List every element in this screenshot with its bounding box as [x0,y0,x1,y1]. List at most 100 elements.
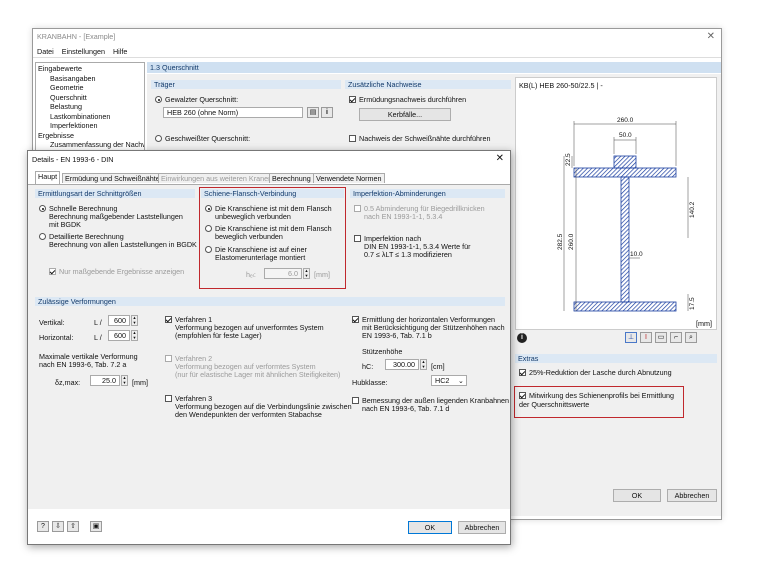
max-verformung-norm: nach EN 1993-6, Tab. 7.2 a [39,360,127,369]
extras-group-title: Extras [515,354,717,363]
checkbox-ermuedung[interactable] [349,96,356,103]
frame-icon[interactable]: ▭ [655,332,667,343]
radio-schnell[interactable] [39,205,46,212]
hubklasse-select[interactable]: HC2 ⌄ [431,375,467,386]
menu-datei[interactable]: Datei [37,47,54,56]
checkbox-horizontal-ermittlung[interactable] [352,316,359,323]
dim-label: 282.5 [557,233,564,250]
checkbox-abminderung[interactable] [354,205,361,212]
section-view-icon[interactable]: ⊥ [625,332,637,343]
l-symbol: L / [94,318,102,327]
info-icon[interactable]: i [517,333,527,343]
hc-input[interactable]: 300.00 [385,359,419,370]
tree-item[interactable]: Geometrie [38,83,142,93]
info-icon[interactable]: i [321,107,333,118]
tree-item[interactable]: Eingabewerte [38,64,142,74]
tree-item[interactable]: Lastkombinationen [38,112,142,122]
radio-elastomer[interactable] [205,246,212,253]
axis-icon[interactable]: ⌐ [670,332,682,343]
main-cancel-button[interactable]: Abbrechen [667,489,717,502]
tree-item[interactable]: Zusammenfassung der Nachwe [38,140,144,150]
section-title: 1.3 Querschnitt [147,62,721,73]
menu-bar: Datei Einstellungen Hilfe [33,45,721,58]
hubklasse-label: Hubklasse: [352,378,388,387]
h-el-stepper[interactable]: ▲ ▼ [303,268,310,279]
save-icon[interactable]: ⇧ [67,521,79,532]
hc-stepper[interactable]: ▲ ▼ [420,359,427,370]
menu-hilfe[interactable]: Hilfe [113,47,127,56]
h-el-label: hₑₗ: [246,270,256,279]
dimension-icon[interactable]: I [640,332,652,343]
checkbox-massgebend[interactable] [49,268,56,275]
dim-label: 260.0 [617,117,634,124]
help-icon[interactable]: ? [37,521,49,532]
navigator-tree: Eingabewerte Basisangaben Geometrie Quer… [35,62,145,152]
checkbox-reduktion-label: 25%-Reduktion der Lasche durch Abnutzung [529,368,672,377]
tree-item[interactable]: Ergebnisse [38,131,142,141]
window-title: KRANBAHN - [Example] [37,32,116,41]
profile-field[interactable]: HEB 260 (ohne Norm) [163,107,303,118]
zoom-icon[interactable]: ⌕ [685,332,697,343]
dz-input[interactable]: 25.0 [90,375,120,386]
radio-geschweisst-label: Geschweißter Querschnitt: [165,134,251,143]
vertikal-input[interactable]: 600 [108,315,130,326]
checkbox-imperfektion[interactable] [354,235,361,242]
main-ok-button[interactable]: OK [613,489,661,502]
hc-unit: [cm] [431,362,445,371]
checkbox-mitwirkung[interactable] [519,392,526,399]
radio-gewalzt[interactable] [155,96,162,103]
checkbox-reduktion[interactable] [519,369,526,376]
dim-label: 17.5 [689,297,696,310]
close-icon[interactable]: ✕ [496,153,504,164]
details-dialog: Details - EN 1993-6 - DIN ✕ Haupt Ermüdu… [27,150,511,545]
horizontal-input[interactable]: 600 [108,330,130,341]
bemessung-desc: nach EN 1993-6, Tab. 7.1 d [362,404,450,413]
checkbox-imperfektion-desc2: 0.7 ≤ λLT ≤ 1.3 modifizieren [364,250,452,259]
checkbox-bemessung[interactable] [352,397,359,404]
tab-haupt[interactable]: Haupt [35,171,61,184]
radio-beweglich-desc: beweglich verbunden [215,232,283,241]
radio-gewalzt-label: Gewalzter Querschnitt: [165,95,239,104]
horizontal-stepper[interactable]: ▲ ▼ [131,330,138,341]
defaults-icon[interactable]: ▣ [90,521,102,532]
dialog-ok-button[interactable]: OK [408,521,452,534]
checkbox-abminderung-desc: nach EN 1993-1-1, 5.3.4 [364,212,443,221]
close-icon[interactable]: ✕ [707,31,715,42]
checkbox-verfahren2[interactable] [165,355,172,362]
ermittlung-group-title: Ermittlungsart der Schnittgrößen [35,189,195,198]
menu-einstellungen[interactable]: Einstellungen [62,47,105,56]
dialog-title: Details - EN 1993-6 - DIN [32,155,114,164]
checkbox-schweissnaehte[interactable] [349,135,356,142]
radio-detailliert[interactable] [39,233,46,240]
checkbox-mitwirkung-label: Mitwirkung des Schienenprofils bei Ermit… [519,391,675,409]
tree-item[interactable]: Querschnitt [38,93,142,103]
verfahren3-desc2: den Wendepunkten der verformten Stabachs… [175,410,322,419]
dim-label: 50.0 [619,132,632,139]
tab-einwirkungen[interactable]: Einwirkungen aus weiteren Kranen [158,173,276,183]
tree-item[interactable]: Imperfektionen [38,121,142,131]
radio-unbeweglich[interactable] [205,205,212,212]
hc-label: hC: [362,362,374,371]
radio-geschweisst[interactable] [155,135,162,142]
tab-normen[interactable]: Verwendete Normen [313,173,385,183]
dz-label: δz,max: [55,378,81,387]
checkbox-verfahren3[interactable] [165,395,172,402]
load-icon[interactable]: ⇩ [52,521,64,532]
checkbox-verfahren1[interactable] [165,316,172,323]
dim-label: 260.0 [568,233,575,250]
dz-stepper[interactable]: ▲ ▼ [121,375,128,386]
library-icon[interactable]: ▤ [307,107,319,118]
h-el-input[interactable]: 6.0 [264,268,302,279]
tab-ermuedung[interactable]: Ermüdung und Schweißnähte [62,173,163,183]
vertikal-label: Vertikal: [39,318,65,327]
kerbfall-button[interactable]: Kerbfälle... [359,108,451,121]
dialog-cancel-button[interactable]: Abbrechen [458,521,506,534]
hubklasse-value: HC2 [435,376,450,385]
radio-beweglich[interactable] [205,225,212,232]
traeger-group-title: Träger [151,80,341,89]
tree-item[interactable]: Belastung [38,102,142,112]
tab-berechnung[interactable]: Berechnung [269,173,314,183]
dim-label: 140.2 [689,201,696,218]
tree-item[interactable]: Basisangaben [38,74,142,84]
vertikal-stepper[interactable]: ▲ ▼ [131,315,138,326]
